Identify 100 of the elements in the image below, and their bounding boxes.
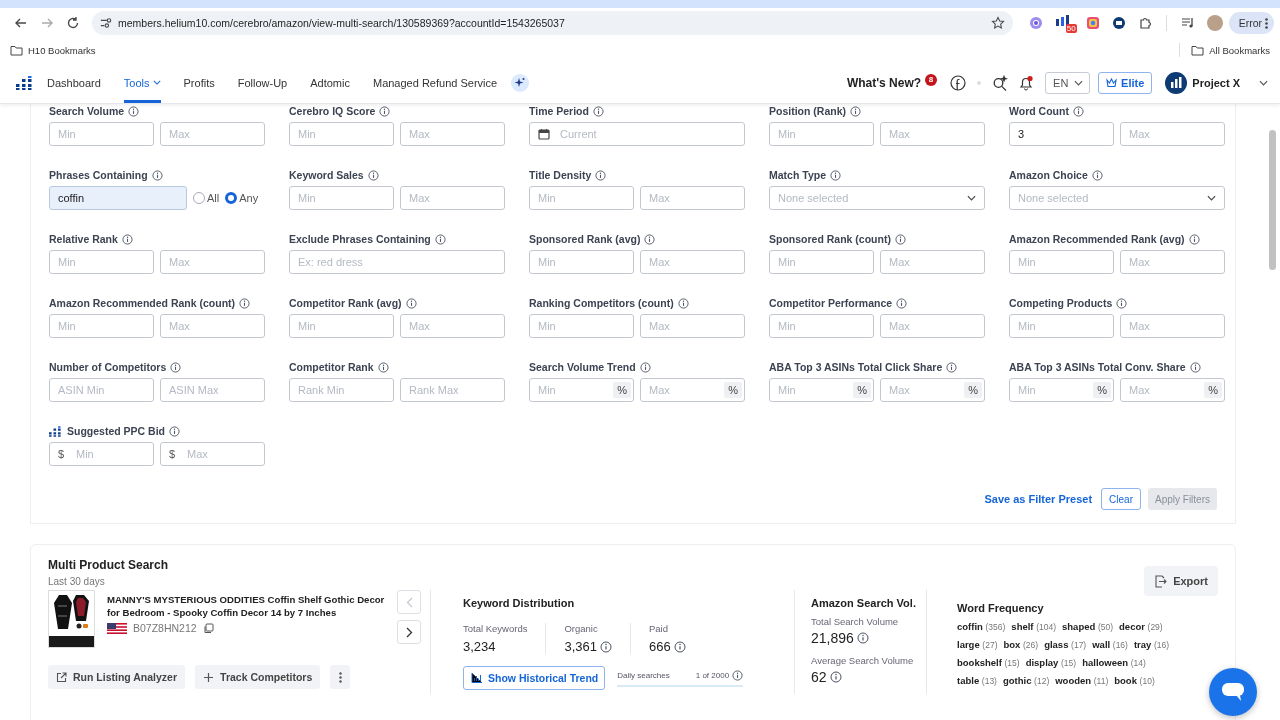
show-trend-button[interactable]: Show Historical Trend	[463, 666, 606, 690]
input-field[interactable]: Max	[640, 186, 745, 210]
input-field[interactable]: Min	[769, 250, 874, 274]
input-field[interactable]: Rank Max	[400, 378, 505, 402]
info-icon[interactable]	[379, 105, 391, 117]
copy-icon[interactable]	[202, 622, 214, 634]
back-icon[interactable]	[14, 16, 28, 30]
info-icon[interactable]	[377, 361, 389, 373]
input-field[interactable]: Min	[769, 314, 874, 338]
info-icon[interactable]	[367, 169, 379, 181]
info-icon[interactable]	[896, 297, 908, 309]
reload-icon[interactable]	[66, 16, 80, 30]
bookmark-folder[interactable]: H10 Bookmarks	[28, 44, 96, 56]
facebook-icon[interactable]	[950, 74, 967, 91]
input-field[interactable]: Min	[49, 250, 154, 274]
clear-button[interactable]: Clear	[1101, 488, 1141, 510]
input-field[interactable]: Max	[880, 122, 985, 146]
input-field[interactable]: Min	[1009, 250, 1114, 274]
bell-icon[interactable]	[1018, 74, 1035, 91]
input-field[interactable]: Max	[1120, 122, 1225, 146]
info-icon[interactable]	[595, 169, 607, 181]
input-field[interactable]: Max	[1120, 314, 1225, 338]
input-field[interactable]: coffin	[49, 186, 187, 210]
action-button[interactable]: Run Listing Analyzer	[48, 665, 186, 689]
input-field[interactable]: Min	[529, 186, 634, 210]
save-preset-link[interactable]: Save as Filter Preset	[984, 493, 1093, 505]
info-icon[interactable]	[1116, 297, 1128, 309]
info-icon[interactable]	[639, 361, 651, 373]
bookmark-folder[interactable]: All Bookmarks	[1209, 44, 1270, 56]
info-icon[interactable]	[644, 233, 656, 245]
radio-label[interactable]: All	[207, 192, 220, 204]
info-icon[interactable]	[677, 297, 689, 309]
nav-tab[interactable]: Tools	[123, 62, 161, 103]
input-field[interactable]: Max	[1120, 250, 1225, 274]
input-field[interactable]: Max	[400, 122, 505, 146]
puzzle-icon[interactable]	[1137, 16, 1152, 30]
account-avatar[interactable]	[1165, 71, 1188, 94]
account-name[interactable]: Project X	[1192, 76, 1240, 89]
info-icon[interactable]	[830, 169, 841, 181]
whats-new-link[interactable]: What's New?	[846, 75, 922, 90]
flower-icon[interactable]	[1028, 16, 1043, 30]
info-icon[interactable]	[405, 297, 417, 309]
camera-icon[interactable]	[1085, 16, 1100, 30]
info-icon[interactable]	[169, 425, 180, 437]
input-field[interactable]: Ex: red dress	[289, 250, 505, 274]
input-field[interactable]: Min	[529, 250, 634, 274]
chat-button[interactable]	[1209, 668, 1257, 716]
input-field[interactable]: Max	[400, 314, 505, 338]
info-icon[interactable]	[151, 169, 163, 181]
star-icon[interactable]	[990, 16, 1005, 30]
nav-tab[interactable]: Adtomic	[310, 62, 350, 103]
input-field[interactable]: Min	[49, 314, 154, 338]
action-button[interactable]: Track Competitors	[195, 665, 321, 689]
profile-button[interactable]: Error	[1228, 12, 1274, 34]
more-button[interactable]	[330, 665, 351, 689]
info-icon[interactable]	[592, 105, 604, 117]
export-button[interactable]: Export	[1144, 566, 1218, 596]
input-field[interactable]: Min	[529, 314, 634, 338]
site-settings-icon[interactable]	[100, 16, 112, 30]
info-icon[interactable]	[894, 233, 906, 245]
info-icon[interactable]	[1072, 105, 1084, 117]
nav-tab[interactable]: Managed Refund Service	[372, 62, 498, 103]
scrollbar[interactable]	[1269, 130, 1276, 270]
info-icon[interactable]	[121, 233, 133, 245]
search-icon[interactable]	[992, 74, 1009, 91]
plan-button[interactable]: Elite	[1098, 71, 1153, 94]
input-field[interactable]: Min	[1009, 314, 1114, 338]
media-icon[interactable]	[1180, 16, 1195, 30]
info-icon[interactable]	[850, 105, 861, 117]
info-icon[interactable]	[1091, 169, 1103, 181]
input-field[interactable]: Min	[49, 122, 154, 146]
date-field[interactable]: Current	[529, 122, 745, 146]
info-icon[interactable]	[1189, 361, 1201, 373]
input-field[interactable]: 3	[1009, 122, 1114, 146]
radio-label[interactable]: Any	[239, 192, 259, 204]
input-field[interactable]: Max	[640, 314, 745, 338]
language-select[interactable]: EN	[1045, 71, 1091, 94]
nav-tab[interactable]: Dashboard	[47, 62, 101, 103]
input-field[interactable]: Rank Min	[289, 378, 394, 402]
input-field[interactable]: Min	[289, 314, 394, 338]
input-field[interactable]: ASIN Min	[49, 378, 154, 402]
input-field[interactable]: ASIN Max	[160, 378, 265, 402]
radio-button[interactable]	[193, 192, 205, 204]
input-field[interactable]: Max	[640, 250, 745, 274]
sparkle-icon[interactable]	[511, 73, 530, 92]
input-field[interactable]: Max	[880, 314, 985, 338]
nav-tab[interactable]: Profits	[183, 62, 215, 103]
info-icon[interactable]	[1188, 233, 1200, 245]
info-icon[interactable]	[170, 361, 182, 373]
nav-tab[interactable]: Follow-Up	[237, 62, 288, 103]
address-bar[interactable]: members.helium10.com/cerebro/amazon/view-multi-search/130589369?accountId=1543265037	[92, 11, 1013, 35]
input-field[interactable]: Min	[769, 122, 874, 146]
info-icon[interactable]	[946, 361, 958, 373]
input-field[interactable]: Min	[289, 122, 394, 146]
info-icon[interactable]	[239, 297, 251, 309]
input-field[interactable]: Min	[289, 186, 394, 210]
radio-button[interactable]	[225, 192, 238, 204]
input-field[interactable]: Max	[160, 122, 265, 146]
input-field[interactable]: Max	[160, 314, 265, 338]
input-field[interactable]: Max	[400, 186, 505, 210]
